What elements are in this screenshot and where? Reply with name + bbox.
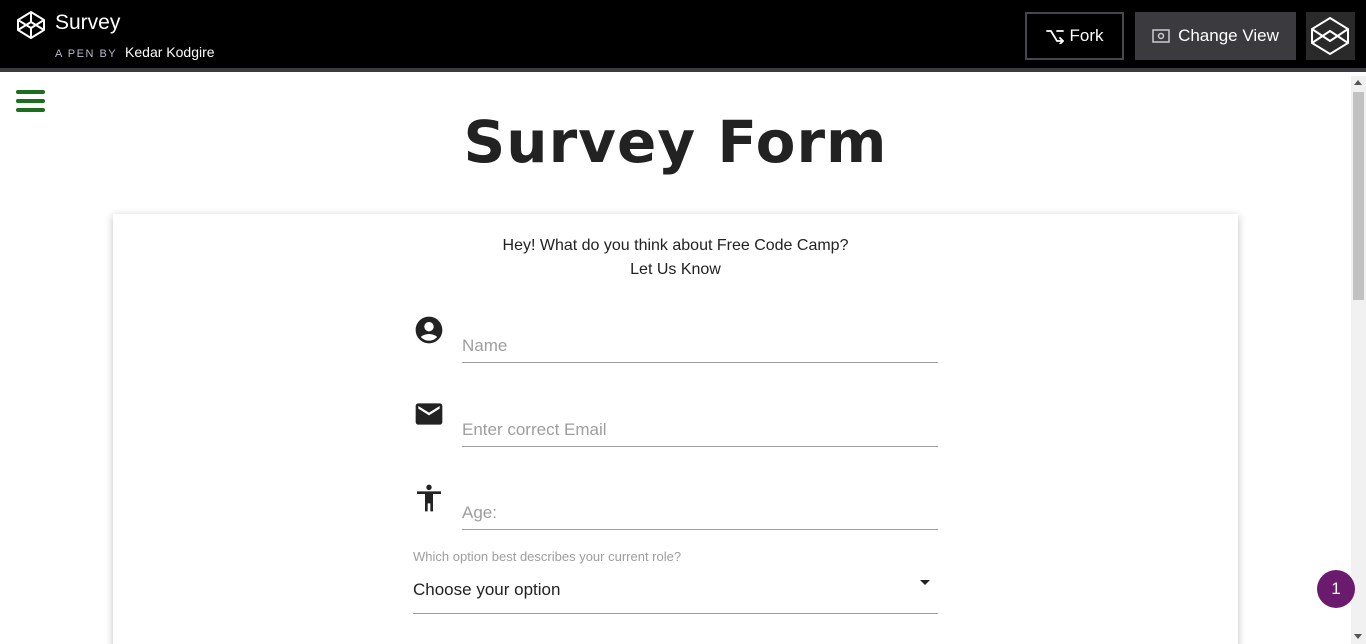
pen-author-line: A PEN BY Kedar Kodgire: [55, 44, 215, 60]
fork-icon: [1045, 30, 1064, 44]
survey-card: Hey! What do you think about Free Code C…: [113, 214, 1238, 644]
name-input[interactable]: [462, 317, 938, 363]
codepen-logo-icon[interactable]: [16, 10, 46, 40]
role-select-label: Which option best describes your current…: [413, 549, 682, 564]
scroll-down-arrow-icon[interactable]: [1354, 634, 1362, 639]
name-field-row: [413, 314, 938, 374]
scroll-thumb[interactable]: [1353, 92, 1364, 300]
role-select-value: Choose your option: [413, 580, 561, 599]
author-link[interactable]: Kedar Kodgire: [125, 44, 215, 60]
role-select[interactable]: Choose your option: [413, 570, 938, 614]
intro-question: Hey! What do you think about Free Code C…: [502, 237, 849, 254]
change-view-label: Change View: [1178, 26, 1279, 45]
scroll-up-arrow-icon[interactable]: [1354, 80, 1362, 85]
email-icon: [415, 403, 443, 425]
account-circle-icon: [415, 316, 443, 344]
accessibility-icon: [417, 484, 441, 512]
intro-cta: Let Us Know: [630, 261, 721, 278]
pen-by-label: A PEN BY: [55, 48, 118, 60]
caret-down-icon: [920, 580, 930, 585]
fork-button[interactable]: Fork: [1025, 12, 1124, 60]
intro-text: Hey! What do you think about Free Code C…: [113, 234, 1238, 282]
notification-badge[interactable]: 1: [1317, 570, 1355, 608]
change-view-button[interactable]: Change View: [1135, 12, 1296, 60]
page-title: Survey Form: [463, 108, 888, 176]
pen-title[interactable]: Survey: [55, 11, 120, 35]
fork-label: Fork: [1069, 26, 1104, 45]
email-input[interactable]: [462, 401, 938, 447]
email-field-row: [413, 398, 938, 458]
age-field-row: [413, 482, 938, 542]
change-view-icon: [1152, 29, 1170, 43]
page-scrollbar[interactable]: [1351, 76, 1366, 644]
codepen-header: Survey A PEN BY Kedar Kodgire Fork Chang…: [0, 0, 1366, 72]
user-avatar[interactable]: [1306, 12, 1355, 60]
age-input[interactable]: [462, 484, 938, 530]
avatar-image: [1306, 12, 1355, 60]
